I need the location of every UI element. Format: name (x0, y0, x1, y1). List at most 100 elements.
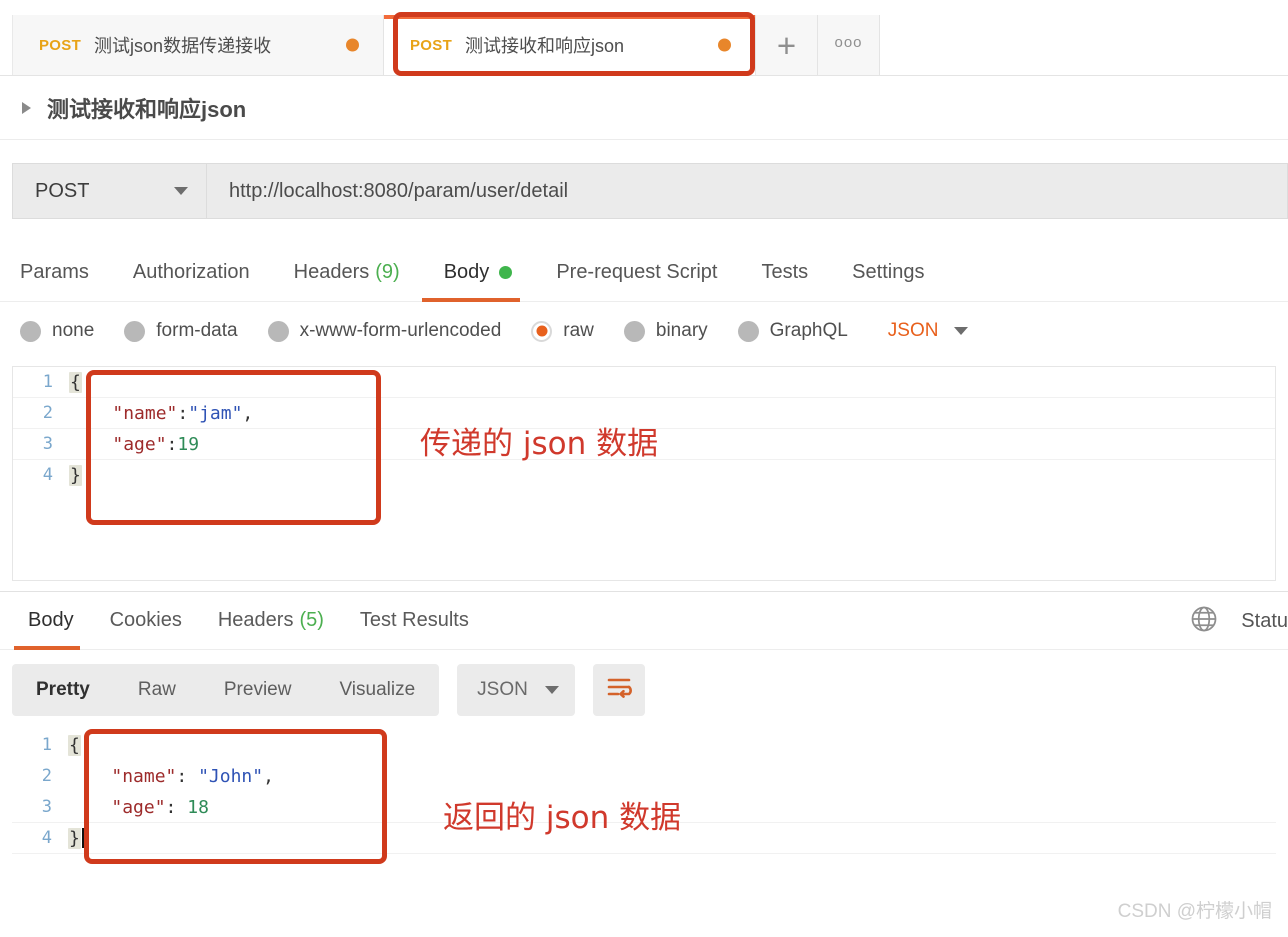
tab-authorization[interactable]: Authorization (111, 244, 272, 302)
response-format-value: JSON (477, 679, 528, 700)
request-body-editor[interactable]: 1 { 2 "name":"jam", 3 "age":19 4 } (12, 366, 1276, 581)
tab-settings[interactable]: Settings (830, 244, 946, 302)
request-tab-2[interactable]: POST 测试接收和响应json (384, 15, 756, 75)
url-input[interactable]: http://localhost:8080/param/user/detail (207, 163, 1288, 219)
http-method-select[interactable]: POST (12, 163, 207, 219)
line-number: 2 (42, 403, 53, 423)
view-mode-pretty[interactable]: Pretty (12, 664, 114, 716)
json-key: "name" (111, 765, 177, 787)
radio-icon (20, 320, 41, 342)
text-cursor (81, 827, 84, 848)
body-type-form-data[interactable]: form-data (124, 320, 238, 342)
open-brace: { (68, 734, 81, 756)
url-bar: POST http://localhost:8080/param/user/de… (12, 163, 1288, 219)
line-number: 2 (41, 766, 52, 786)
json-colon: : (177, 402, 189, 424)
response-view-mode-group: Pretty Raw Preview Visualize (12, 664, 440, 716)
json-colon: : (176, 765, 199, 787)
radio-icon (124, 320, 146, 342)
view-mode-visualize[interactable]: Visualize (315, 664, 439, 716)
tab-pre-request-script[interactable]: Pre-request Script (534, 244, 739, 302)
tab-name-label: 测试json数据传递接收 (94, 36, 272, 56)
json-colon: : (166, 433, 178, 455)
word-wrap-toggle-button[interactable] (593, 664, 646, 716)
radio-icon (267, 320, 289, 342)
code-line: 1 { (13, 367, 1275, 398)
raw-format-select[interactable]: JSON (888, 320, 969, 342)
response-tab-headers[interactable]: Headers (5) (200, 592, 342, 650)
json-key: "age" (112, 433, 167, 455)
postman-window: POST 测试json数据传递接收 POST 测试接收和响应json + ooo… (0, 0, 1288, 937)
code-line: 4 } (13, 460, 1275, 491)
chevron-down-icon (954, 327, 969, 335)
tab-label: Body (443, 261, 490, 283)
body-type-x-www-form-urlencoded[interactable]: x-www-form-urlencoded (267, 320, 502, 342)
body-type-graphql[interactable]: GraphQL (737, 320, 848, 342)
response-tab-cookies[interactable]: Cookies (92, 592, 200, 650)
line-number: 4 (42, 465, 53, 485)
request-title-row: 测试接收和响应json (0, 76, 1288, 140)
tab-label: Headers (217, 609, 294, 631)
tab-tests[interactable]: Tests (739, 244, 830, 302)
tab-label: Headers (293, 261, 370, 283)
status-label: Statu (1241, 609, 1288, 632)
close-brace: } (69, 464, 82, 486)
json-string-value: "jam" (188, 402, 243, 424)
json-comma: , (242, 402, 254, 424)
line-number: 3 (42, 434, 53, 454)
body-type-raw[interactable]: raw (531, 320, 594, 342)
tab-body[interactable]: Body (421, 244, 535, 302)
line-number: 4 (41, 828, 52, 848)
chevron-down-icon (174, 187, 188, 195)
globe-icon[interactable] (1189, 604, 1219, 639)
body-type-binary[interactable]: binary (623, 320, 708, 342)
radio-label: raw (563, 320, 594, 341)
request-tab-strip: POST 测试json数据传递接收 POST 测试接收和响应json + ooo (0, 0, 1288, 76)
word-wrap-icon (605, 675, 633, 706)
tab-label: Tests (761, 261, 809, 283)
radio-label: x-www-form-urlencoded (299, 320, 502, 341)
body-type-radio-group: none form-data x-www-form-urlencoded raw… (20, 305, 1288, 357)
annotation-response-json: 返回的 json 数据 (443, 800, 682, 836)
tab-method-label: POST (39, 36, 82, 54)
response-section-tabs: Body Cookies Headers (5) Test Results (0, 592, 1288, 650)
chevron-down-icon (545, 686, 560, 694)
body-type-none[interactable]: none (20, 320, 94, 342)
response-format-select[interactable]: JSON (457, 664, 576, 716)
json-colon: : (165, 796, 188, 818)
request-tab-1[interactable]: POST 测试json数据传递接收 (12, 15, 384, 75)
tab-name-label: 测试接收和响应json (465, 36, 625, 56)
watermark: CSDN @柠檬小帽 (1117, 901, 1272, 922)
new-tab-button[interactable]: + (756, 15, 818, 75)
json-key: "age" (111, 796, 166, 818)
chevron-right-icon[interactable] (22, 101, 31, 114)
response-tab-body[interactable]: Body (10, 592, 92, 650)
headers-count: (9) (375, 261, 400, 283)
url-value: http://localhost:8080/param/user/detail (229, 179, 569, 202)
json-string-value: "John" (198, 765, 264, 787)
json-comma: , (263, 765, 274, 787)
raw-format-value: JSON (887, 320, 939, 341)
page-title: 测试接收和响应json (47, 96, 247, 122)
tab-label: Cookies (109, 609, 182, 631)
line-number: 1 (42, 372, 53, 392)
radio-label: GraphQL (769, 320, 848, 341)
close-brace: } (68, 827, 81, 849)
response-view-toolbar: Pretty Raw Preview Visualize JSON (12, 664, 646, 716)
tab-label: Authorization (132, 261, 250, 283)
annotation-request-json: 传递的 json 数据 (420, 426, 659, 462)
code-line: 1 { (12, 730, 1276, 761)
tab-method-label: POST (410, 36, 453, 54)
tab-label: Body (28, 609, 74, 631)
radio-icon (737, 320, 759, 342)
response-tab-test-results[interactable]: Test Results (342, 592, 487, 650)
tab-label: Test Results (359, 609, 469, 631)
json-number-value: 18 (187, 796, 209, 818)
tab-options-button[interactable]: ooo (818, 15, 880, 75)
json-key: "name" (112, 402, 178, 424)
view-mode-preview[interactable]: Preview (200, 664, 316, 716)
view-mode-raw[interactable]: Raw (114, 664, 200, 716)
request-section-tabs: Params Authorization Headers (9) Body Pr… (0, 244, 1288, 302)
tab-headers[interactable]: Headers (9) (272, 244, 422, 302)
tab-params[interactable]: Params (20, 244, 111, 302)
